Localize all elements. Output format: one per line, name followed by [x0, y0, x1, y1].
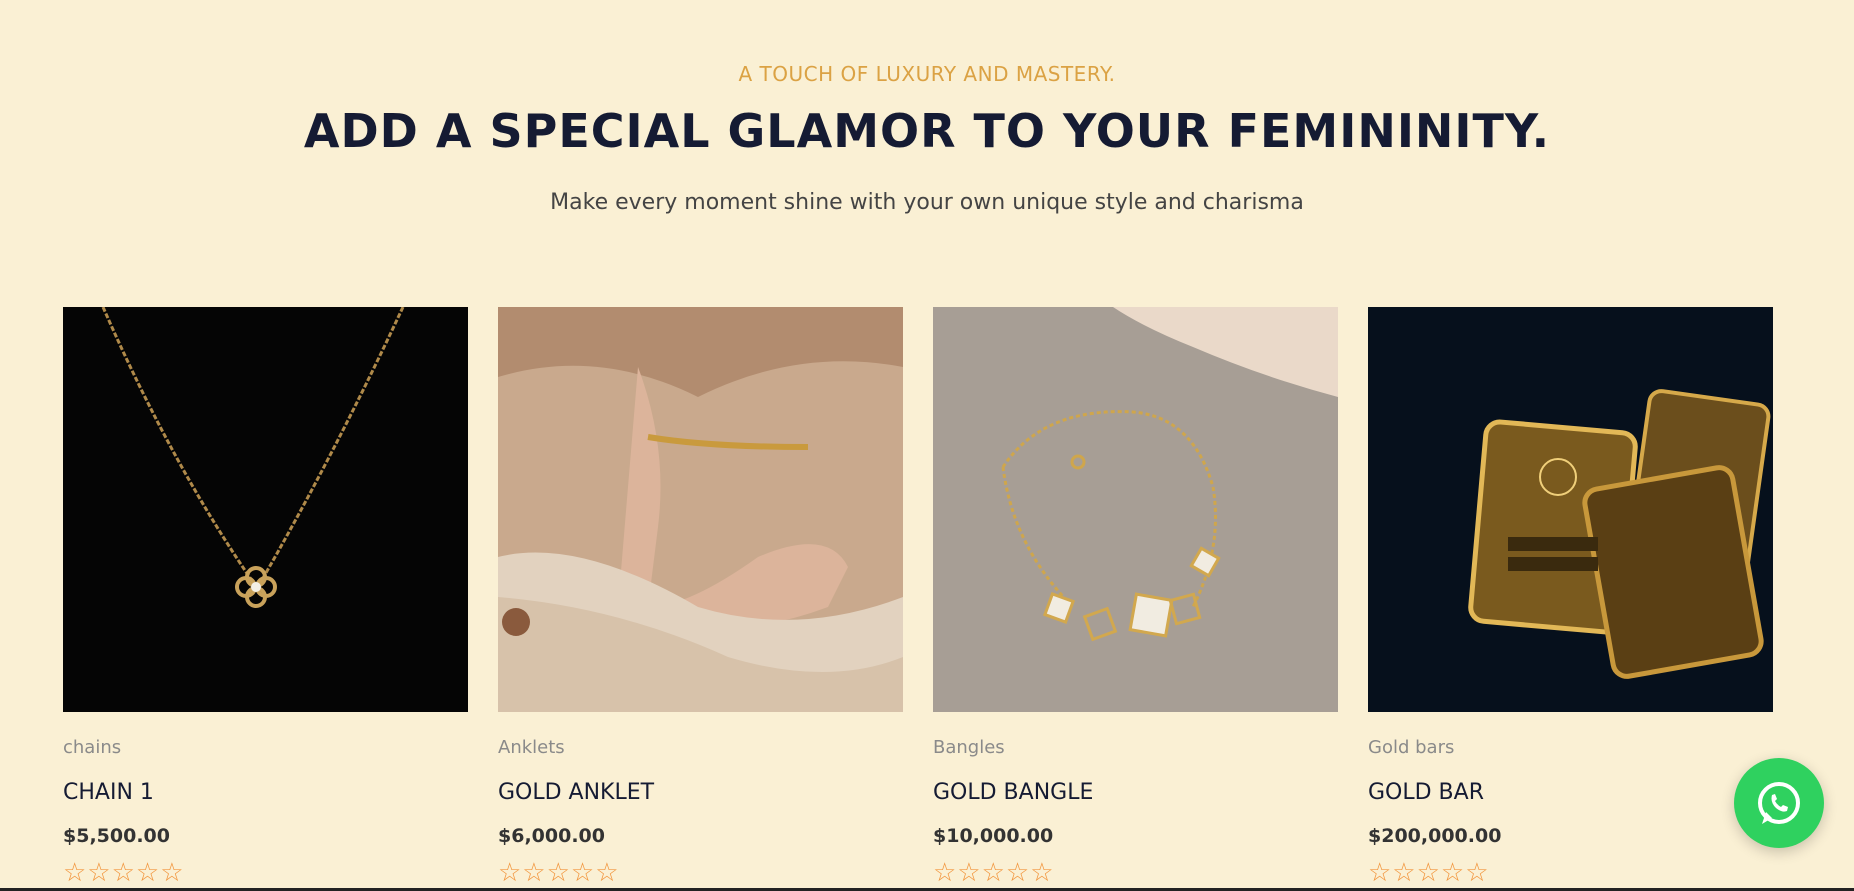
section-eyebrow: A TOUCH OF LUXURY AND MASTERY.: [738, 62, 1116, 86]
product-name[interactable]: GOLD BAR: [1368, 780, 1484, 805]
product-image[interactable]: [498, 307, 903, 712]
product-image[interactable]: [63, 307, 468, 712]
section-subtitle: Make every moment shine with your own un…: [550, 190, 1304, 215]
whatsapp-icon: [1758, 782, 1800, 824]
product-price: $200,000.00: [1368, 825, 1502, 847]
rating-stars: ☆☆☆☆☆: [498, 858, 620, 888]
product-name[interactable]: CHAIN 1: [63, 780, 154, 805]
whatsapp-button[interactable]: [1734, 758, 1824, 848]
section-title: ADD A SPECIAL GLAMOR TO YOUR FEMININITY.: [303, 104, 1551, 158]
rating-stars: ☆☆☆☆☆: [1368, 858, 1490, 888]
rating-stars: ☆☆☆☆☆: [63, 858, 185, 888]
product-card[interactable]: Anklets GOLD ANKLET $6,000.00 ☆☆☆☆☆: [498, 307, 903, 886]
product-price: $5,500.00: [63, 825, 170, 847]
product-price: $6,000.00: [498, 825, 605, 847]
product-price: $10,000.00: [933, 825, 1054, 847]
product-card[interactable]: Bangles GOLD BANGLE $10,000.00 ☆☆☆☆☆: [933, 307, 1338, 886]
product-category[interactable]: chains: [63, 737, 121, 758]
product-category[interactable]: Anklets: [498, 737, 565, 758]
product-category[interactable]: Gold bars: [1368, 737, 1454, 758]
product-name[interactable]: GOLD BANGLE: [933, 780, 1093, 805]
rating-stars: ☆☆☆☆☆: [933, 858, 1055, 888]
product-image[interactable]: [1368, 307, 1773, 712]
product-image[interactable]: [933, 307, 1338, 712]
product-card[interactable]: chains CHAIN 1 $5,500.00 ☆☆☆☆☆: [63, 307, 468, 886]
product-name[interactable]: GOLD ANKLET: [498, 780, 654, 805]
product-card[interactable]: Gold bars GOLD BAR $200,000.00 ☆☆☆☆☆: [1368, 307, 1773, 886]
product-category[interactable]: Bangles: [933, 737, 1005, 758]
